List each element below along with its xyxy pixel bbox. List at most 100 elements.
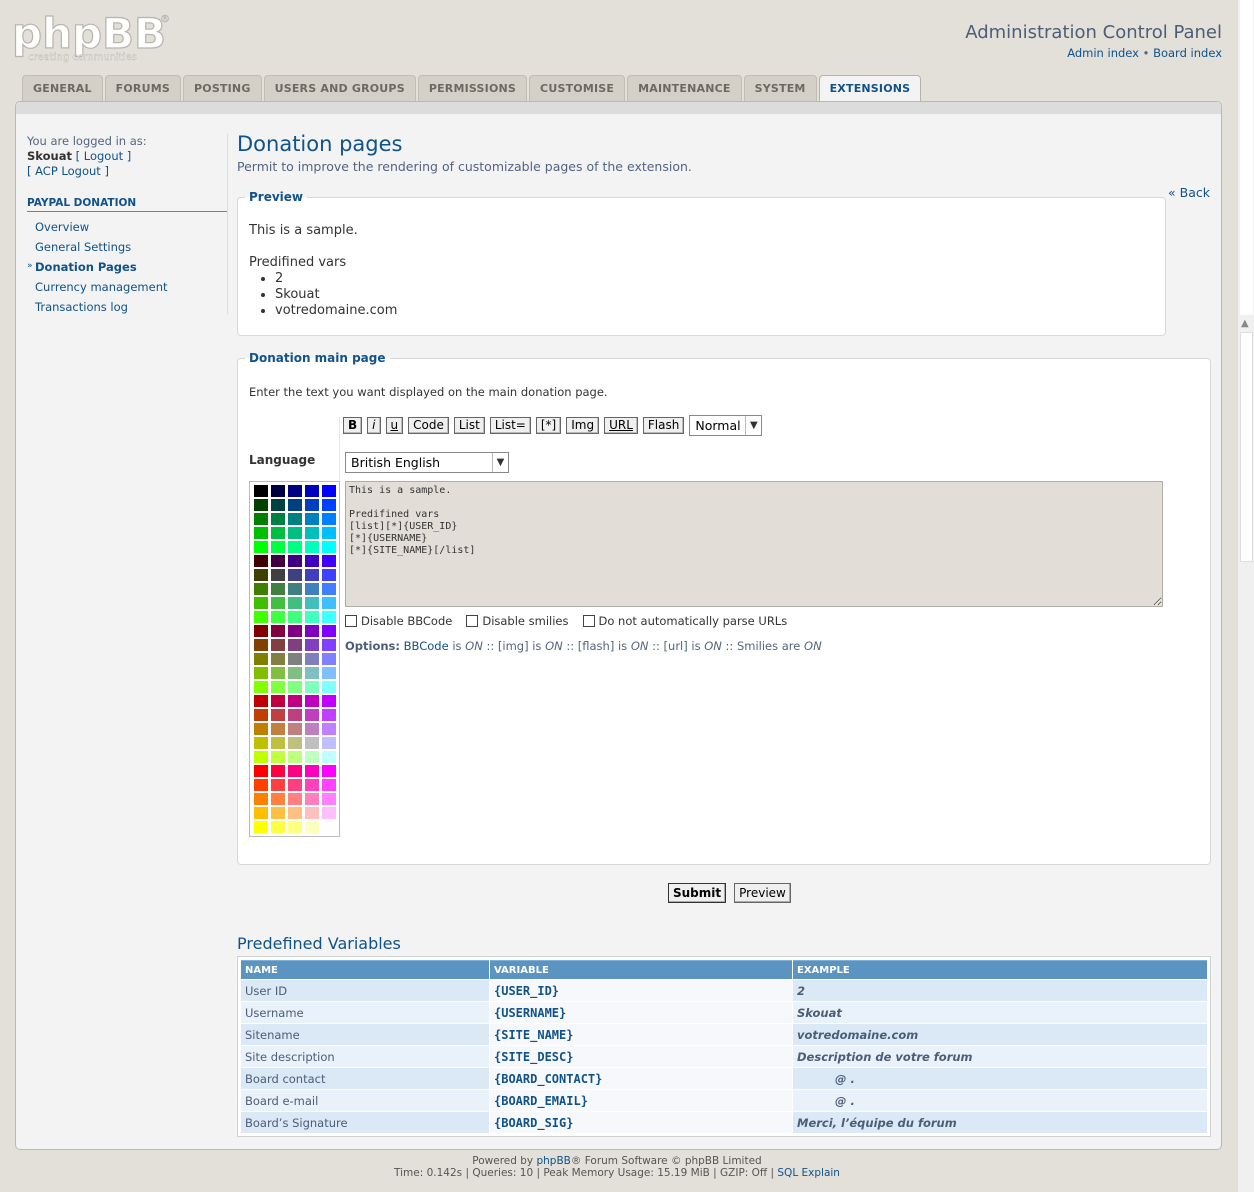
color-swatch[interactable] [271,751,285,763]
color-swatch[interactable] [305,541,319,553]
color-swatch[interactable] [271,765,285,777]
color-swatch[interactable] [254,555,268,567]
phpbb-logo[interactable]: phpBB ® creating communities [11,8,172,66]
color-swatch[interactable] [322,569,336,581]
disable-bbcode-checkbox[interactable]: Disable BBCode [345,614,452,628]
color-swatch[interactable] [271,527,285,539]
color-swatch[interactable] [271,681,285,693]
color-swatch[interactable] [288,611,302,623]
color-swatch[interactable] [322,709,336,721]
color-swatch[interactable] [305,555,319,567]
color-swatch[interactable] [322,807,336,819]
sidebar-item-label[interactable]: Donation Pages [35,260,137,274]
color-swatch[interactable] [305,793,319,805]
color-swatch[interactable] [271,695,285,707]
img-button[interactable]: Img [566,417,600,434]
color-swatch[interactable] [271,667,285,679]
sidebar-item-general-settings[interactable]: General Settings [27,237,227,257]
logout-link[interactable]: [ Logout ] [76,149,132,163]
color-swatch[interactable] [305,485,319,497]
color-swatch[interactable] [271,485,285,497]
flash-button[interactable]: Flash [642,417,685,434]
color-swatch[interactable] [322,513,336,525]
underline-button[interactable]: u [385,417,404,434]
color-swatch[interactable] [288,667,302,679]
tab-general[interactable]: GENERAL [22,75,103,101]
sidebar-item-label[interactable]: General Settings [35,240,131,254]
color-swatch[interactable] [271,541,285,553]
color-swatch[interactable] [288,779,302,791]
color-swatch[interactable] [322,751,336,763]
color-swatch[interactable] [288,513,302,525]
color-swatch[interactable] [271,821,285,833]
color-swatch[interactable] [305,681,319,693]
color-swatch[interactable] [254,667,268,679]
color-swatch[interactable] [254,583,268,595]
color-swatch[interactable] [254,485,268,497]
scroll-up-icon[interactable]: ▲ [1241,318,1249,329]
color-swatch[interactable] [271,639,285,651]
color-swatch[interactable] [254,779,268,791]
sidebar-item-transactions-log[interactable]: Transactions log [27,297,227,317]
color-swatch[interactable] [254,821,268,833]
color-swatch[interactable] [322,583,336,595]
color-swatch[interactable] [254,597,268,609]
color-swatch[interactable] [305,499,319,511]
color-swatch[interactable] [288,681,302,693]
color-swatch[interactable] [305,513,319,525]
color-swatch[interactable] [322,527,336,539]
color-swatch[interactable] [288,807,302,819]
color-swatch[interactable] [305,569,319,581]
color-swatch[interactable] [288,639,302,651]
tab-forums[interactable]: FORUMS [104,75,181,101]
tab-system[interactable]: SYSTEM [743,75,817,101]
color-swatch[interactable] [305,695,319,707]
acp-logout-link[interactable]: [ ACP Logout ] [27,164,109,178]
checkbox-icon[interactable] [345,615,357,627]
color-swatch[interactable] [305,737,319,749]
color-swatch[interactable] [254,499,268,511]
color-swatch[interactable] [271,723,285,735]
tab-users-and-groups[interactable]: USERS AND GROUPS [263,75,416,101]
color-swatch[interactable] [271,597,285,609]
color-swatch[interactable] [271,779,285,791]
color-swatch[interactable] [254,807,268,819]
tab-extensions[interactable]: EXTENSIONS [818,75,922,102]
color-swatch[interactable] [271,583,285,595]
color-swatch[interactable] [305,751,319,763]
color-swatch[interactable] [322,737,336,749]
color-swatch[interactable] [322,821,336,833]
bold-button[interactable]: B [343,417,363,434]
disable-smilies-checkbox[interactable]: Disable smilies [466,614,569,628]
color-swatch[interactable] [271,653,285,665]
tab-customise[interactable]: CUSTOMISE [529,75,626,101]
color-swatch[interactable] [322,625,336,637]
color-swatch[interactable] [322,695,336,707]
color-swatch[interactable] [322,667,336,679]
color-swatch[interactable] [271,793,285,805]
code-button[interactable]: Code [408,417,449,434]
color-swatch[interactable] [288,499,302,511]
checkbox-icon[interactable] [466,615,479,627]
color-swatch[interactable] [322,499,336,511]
color-swatch[interactable] [271,569,285,581]
color-swatch[interactable] [305,807,319,819]
color-swatch[interactable] [271,625,285,637]
color-swatch[interactable] [322,555,336,567]
color-swatch[interactable] [305,527,319,539]
ordered-list-button[interactable]: List= [489,417,531,434]
color-swatch[interactable] [254,765,268,777]
color-swatch[interactable] [288,527,302,539]
color-swatch[interactable] [305,779,319,791]
color-swatch[interactable] [288,555,302,567]
color-swatch[interactable] [288,709,302,721]
board-index-link[interactable]: Board index [1153,46,1222,60]
color-swatch[interactable] [305,625,319,637]
color-swatch[interactable] [288,723,302,735]
color-swatch[interactable] [288,569,302,581]
color-swatch[interactable] [305,723,319,735]
color-swatch[interactable] [254,681,268,693]
color-swatch[interactable] [305,709,319,721]
color-swatch[interactable] [305,821,319,833]
bbcode-help-link[interactable]: BBCode [404,639,449,653]
